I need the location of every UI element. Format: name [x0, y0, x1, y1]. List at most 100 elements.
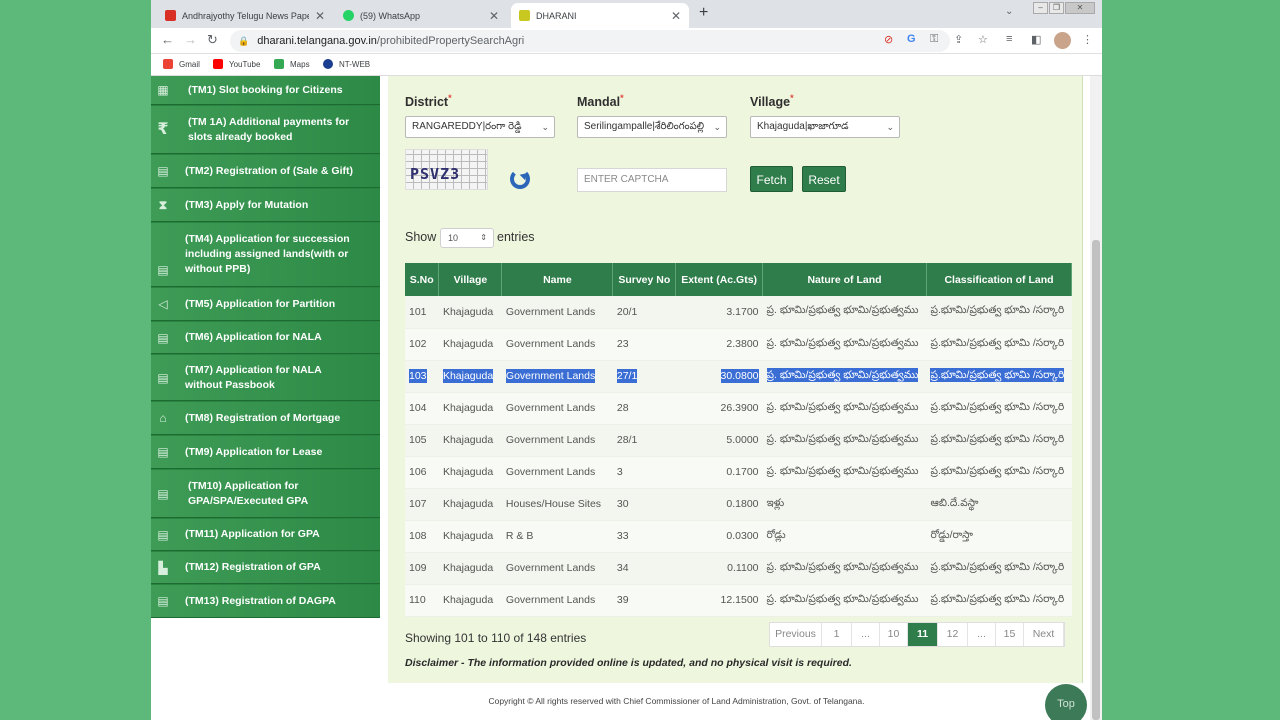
sidebar-item-tm13[interactable]: ▤ (TM13) Registration of DAGPA — [151, 585, 380, 618]
tab-dharani[interactable]: DHARANI ✕ — [511, 3, 689, 28]
pagination-page[interactable]: 15 — [996, 623, 1024, 646]
chevron-down-icon[interactable]: ⌄ — [1005, 6, 1013, 17]
district-select[interactable]: RANGAREDDY|రంగా రెడ్డి ⌄ — [405, 116, 555, 138]
show-label: Show — [405, 230, 437, 244]
table-cell: ప్ర.భూమి/ప్రభుత్వ భూమి /సర్కారి — [926, 584, 1072, 617]
forward-icon[interactable]: → — [184, 32, 197, 47]
maximize-button[interactable]: ❐ — [1049, 2, 1064, 14]
sidebar-item-tm12[interactable]: ▙ (TM12) Registration of GPA — [151, 552, 380, 584]
captcha-text: PSVZ3 — [410, 165, 461, 183]
sidebar-item-tm10[interactable]: ▤ (TM10) Application for GPA/SPA/Execute… — [151, 470, 380, 518]
table-cell: Government Lands — [501, 296, 613, 329]
close-icon[interactable]: ✕ — [671, 9, 681, 23]
key-icon[interactable]: ⚿ — [930, 33, 938, 46]
pagination-page[interactable]: 10 — [880, 623, 908, 646]
bookmark-maps[interactable]: Maps — [274, 59, 310, 69]
table-info: Showing 101 to 110 of 148 entries — [405, 631, 587, 645]
table-cell: ప్ర. భూమి/ప్రభుత్వ భూమి/ప్రభుత్వము — [762, 424, 927, 457]
page-size-select[interactable]: 10 ⇕ — [440, 228, 494, 248]
table-cell: 39 — [612, 584, 676, 617]
table-cell: 103 — [405, 360, 439, 393]
share-icon[interactable]: ⇪ — [954, 33, 963, 46]
column-header[interactable]: Name — [501, 263, 614, 296]
sidebar-item-tm9[interactable]: ▤ (TM9) Application for Lease — [151, 436, 380, 469]
sidebar-item-tm5[interactable]: ◁ (TM5) Application for Partition — [151, 288, 380, 321]
sidebar-item-label: (TM1) Slot booking for Citizens — [188, 83, 343, 96]
google-icon[interactable]: G — [907, 33, 916, 45]
url-bar[interactable]: 🔒 dharani.telangana.gov.in/prohibitedPro… — [230, 30, 950, 52]
pagination-next[interactable]: Next — [1024, 623, 1064, 646]
column-header[interactable]: Survey No — [612, 263, 677, 296]
page-scrollbar[interactable] — [1090, 76, 1102, 720]
document-icon: ▤ — [157, 527, 169, 542]
column-header[interactable]: S.No — [405, 263, 440, 296]
table-row: 108 Khajaguda R & B 33 0.0300 రోడ్లు రోడ్డు/రా… — [405, 520, 1072, 553]
pagination-previous[interactable]: Previous — [770, 623, 822, 646]
star-icon[interactable]: ☆ — [978, 33, 988, 46]
house-icon: ⌂ — [159, 411, 167, 425]
table-cell: Government Lands — [501, 584, 613, 617]
new-tab-button[interactable]: + — [699, 4, 708, 22]
refresh-captcha-icon[interactable] — [510, 169, 530, 189]
fetch-button[interactable]: Fetch — [750, 166, 793, 192]
bookmarks-bar: Gmail YouTube Maps NT-WEB — [151, 54, 1102, 76]
sidebar-item-tm3[interactable]: ⧗ (TM3) Apply for Mutation — [151, 189, 380, 222]
reading-list-icon[interactable]: ≡ — [1006, 33, 1012, 45]
column-header[interactable]: Village — [438, 263, 503, 296]
sidebar-item-tm11[interactable]: ▤ (TM11) Application for GPA — [151, 519, 380, 551]
table-cell: ప్ర. భూమి/ప్రభుత్వ భూమి/ప్రభుత్వము — [762, 392, 927, 425]
sidebar-item-tm1[interactable]: ▦ (TM1) Slot booking for Citizens — [151, 76, 380, 105]
bookmark-gmail[interactable]: Gmail — [163, 59, 200, 69]
table-cell: ప్ర.భూమి/ప్రభుత్వ భూమి /సర్కారి — [926, 360, 1072, 393]
minimize-button[interactable]: – — [1033, 2, 1048, 14]
reset-button[interactable]: Reset — [802, 166, 846, 192]
back-icon[interactable]: ← — [161, 32, 174, 47]
document-icon: ▤ — [157, 263, 169, 277]
document-icon: ▤ — [157, 486, 169, 501]
browser-window: Andhrajyothy Telugu News Paper, ... ✕ (5… — [151, 0, 1102, 720]
profile-avatar[interactable] — [1054, 32, 1071, 49]
sidebar-item-label: (TM6) Application for NALA — [185, 331, 322, 343]
sidebar-item-tm2[interactable]: ▤ (TM2) Registration of (Sale & Gift) — [151, 155, 380, 188]
scrollbar-thumb[interactable] — [1092, 240, 1100, 720]
menu-icon[interactable]: ⋮ — [1082, 33, 1093, 46]
blocked-icon[interactable]: ⊘ — [884, 33, 893, 46]
column-header[interactable]: Extent (Ac.Gts) — [675, 263, 764, 296]
sidebar-item-tm6[interactable]: ▤ (TM6) Application for NALA — [151, 322, 380, 354]
table-cell: Government Lands — [501, 360, 613, 393]
address-bar-row: ← → ↻ 🔒 dharani.telangana.gov.in/prohibi… — [151, 28, 1102, 54]
table-row: 106 Khajaguda Government Lands 3 0.1700 ప్ర. … — [405, 456, 1072, 489]
table-cell: Khajaguda — [438, 552, 502, 585]
tab-andhrajyothy[interactable]: Andhrajyothy Telugu News Paper, ... ✕ — [157, 3, 333, 28]
table-cell: 108 — [405, 520, 439, 553]
bookmark-nt-web[interactable]: NT-WEB — [323, 59, 370, 69]
sidebar-item-tm8[interactable]: ⌂ (TM8) Registration of Mortgage — [151, 402, 380, 435]
side-panel-icon[interactable]: ◧ — [1031, 33, 1041, 46]
table-header-row: S.No Village Name Survey No Extent (Ac.Gts) N… — [405, 263, 1073, 296]
tab-whatsapp[interactable]: (59) WhatsApp ✕ — [335, 3, 507, 28]
column-header[interactable]: Nature of Land — [762, 263, 927, 296]
captcha-input[interactable]: ENTER CAPTCHA — [577, 168, 727, 192]
close-window-button[interactable]: ✕ — [1065, 2, 1095, 14]
table-cell: 0.1800 — [675, 488, 763, 521]
sidebar-item-tm4[interactable]: ▤ (TM4) Application for succession inclu… — [151, 223, 380, 287]
reload-icon[interactable]: ↻ — [207, 32, 218, 48]
mandal-select[interactable]: Serilingampalle|శేరిలింగంపల్లి ⌄ — [577, 116, 727, 138]
pagination: Previous 1... 10 11 12... 15 Next — [769, 622, 1065, 647]
close-icon[interactable]: ✕ — [489, 9, 499, 23]
back-to-top-button[interactable]: Top — [1045, 684, 1087, 720]
pagination-page[interactable]: 12 — [938, 623, 968, 646]
table-cell: Khajaguda — [438, 392, 502, 425]
sidebar-item-tm1a[interactable]: ₹ (TM 1A) Additional payments for slots … — [151, 106, 380, 154]
bookmark-youtube[interactable]: YouTube — [213, 59, 260, 69]
table-cell: Khajaguda — [438, 520, 502, 553]
whatsapp-icon — [343, 10, 354, 21]
village-select[interactable]: Khajaguda|ఖాజాగూడ ⌄ — [750, 116, 900, 138]
column-header[interactable]: Classification of Land — [926, 263, 1073, 296]
table-cell: Khajaguda — [438, 296, 502, 329]
pagination-page[interactable]: 1 — [822, 623, 852, 646]
pagination-page[interactable]: 11 — [908, 623, 938, 646]
close-icon[interactable]: ✕ — [315, 9, 325, 23]
sidebar-item-tm7[interactable]: ▤ (TM7) Application for NALA without Pas… — [151, 355, 380, 401]
district-value: RANGAREDDY|రంగా రెడ్డి — [412, 121, 522, 132]
